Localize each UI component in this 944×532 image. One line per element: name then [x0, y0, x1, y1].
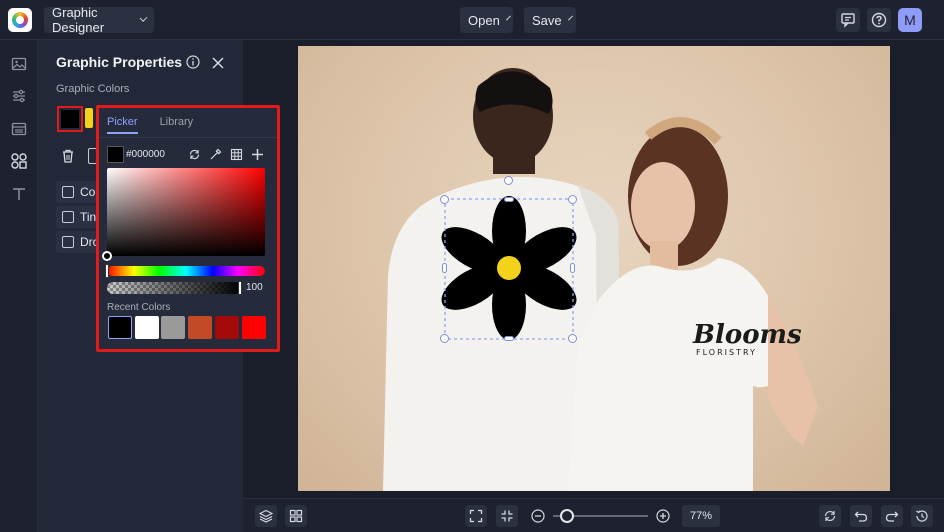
- shrink-icon[interactable]: [496, 505, 518, 527]
- color-swatch-black[interactable]: [57, 106, 83, 132]
- panel-title: Graphic Properties: [56, 54, 183, 70]
- hue-slider[interactable]: [107, 266, 265, 276]
- current-color-swatch: [107, 146, 124, 163]
- resize-handle[interactable]: [442, 263, 447, 273]
- mode-label: Graphic Designer: [52, 5, 105, 35]
- help-icon[interactable]: [867, 8, 891, 32]
- color-handle[interactable]: [102, 251, 112, 261]
- graphic-colors-label: Graphic Colors: [56, 83, 130, 95]
- shapes-icon[interactable]: [9, 151, 29, 171]
- open-label: Open: [468, 12, 500, 28]
- shirt-text-floristry: FLORISTRY: [696, 348, 757, 357]
- recent-color-swatch[interactable]: [161, 316, 185, 339]
- resize-handle[interactable]: [440, 334, 449, 343]
- refresh-icon[interactable]: [186, 146, 202, 162]
- resize-handle[interactable]: [440, 195, 449, 204]
- image-icon[interactable]: [9, 54, 29, 74]
- top-bar: Graphic Designer Open Save M: [0, 0, 944, 40]
- tab-divider: [99, 137, 277, 138]
- save-button[interactable]: Save: [524, 7, 576, 33]
- recent-color-swatch[interactable]: [108, 316, 132, 339]
- picker-tabs: Picker Library: [107, 116, 193, 134]
- recent-colors-label: Recent Colors: [107, 302, 171, 313]
- option-label: Tin: [80, 210, 97, 224]
- hue-handle[interactable]: [105, 264, 109, 278]
- resize-handle[interactable]: [568, 334, 577, 343]
- app-logo[interactable]: [8, 8, 32, 32]
- eyedropper-icon[interactable]: [207, 146, 223, 162]
- alpha-handle[interactable]: [238, 281, 242, 295]
- resize-handle[interactable]: [568, 195, 577, 204]
- bottom-toolbar: 77%: [243, 498, 944, 532]
- history-icon[interactable]: [911, 505, 933, 527]
- photo-illustration: Blooms FLORISTRY: [383, 68, 818, 491]
- tab-picker[interactable]: Picker: [107, 116, 138, 134]
- save-label: Save: [532, 12, 562, 28]
- layout-icon[interactable]: [9, 119, 29, 139]
- comment-icon[interactable]: [836, 8, 860, 32]
- sync-icon[interactable]: [819, 505, 841, 527]
- checkbox[interactable]: [62, 236, 74, 248]
- recent-color-swatch[interactable]: [135, 316, 159, 339]
- saturation-value-picker[interactable]: [107, 168, 265, 256]
- open-button[interactable]: Open: [460, 7, 513, 33]
- fit-screen-icon[interactable]: [465, 505, 487, 527]
- checkbox[interactable]: [62, 186, 74, 198]
- color-swatch-yellow[interactable]: [85, 108, 93, 128]
- recent-color-swatch[interactable]: [242, 316, 266, 339]
- info-icon[interactable]: [186, 55, 200, 69]
- sliders-icon[interactable]: [9, 86, 29, 106]
- zoom-in-icon[interactable]: [656, 509, 670, 523]
- close-icon[interactable]: [212, 56, 224, 69]
- add-icon[interactable]: [249, 146, 265, 162]
- undo-icon[interactable]: [850, 505, 872, 527]
- hex-input[interactable]: #000000: [126, 147, 174, 163]
- alpha-value: 100: [246, 282, 263, 293]
- mode-dropdown[interactable]: Graphic Designer: [44, 5, 154, 35]
- color-picker-popup: Picker Library #000000 100 Recent Colors: [96, 105, 280, 352]
- trash-icon[interactable]: [60, 148, 76, 164]
- tool-rail: [0, 40, 38, 532]
- design-canvas[interactable]: Blooms FLORISTRY: [298, 46, 890, 491]
- grid-icon[interactable]: [228, 146, 244, 162]
- rotate-handle[interactable]: [504, 176, 513, 185]
- zoom-out-icon[interactable]: [531, 509, 545, 523]
- resize-handle[interactable]: [504, 197, 514, 202]
- checkbox[interactable]: [62, 211, 74, 223]
- shirt-text-blooms: Blooms: [692, 320, 802, 350]
- alpha-slider[interactable]: [107, 282, 241, 294]
- zoom-level[interactable]: 77%: [682, 505, 720, 527]
- avatar[interactable]: M: [898, 8, 922, 32]
- zoom-slider-thumb[interactable]: [560, 509, 575, 523]
- tab-library[interactable]: Library: [160, 116, 194, 134]
- recent-color-swatch[interactable]: [188, 316, 212, 339]
- chevron-down-icon: [505, 15, 511, 21]
- redo-icon[interactable]: [881, 505, 903, 527]
- resize-handle[interactable]: [504, 336, 514, 341]
- layers-icon[interactable]: [255, 505, 277, 527]
- text-icon[interactable]: [9, 184, 29, 204]
- recent-color-swatch[interactable]: [215, 316, 239, 339]
- resize-handle[interactable]: [570, 263, 575, 273]
- chevron-down-icon: [567, 15, 573, 21]
- chevron-down-icon: [139, 14, 148, 22]
- grid-icon[interactable]: [285, 505, 307, 527]
